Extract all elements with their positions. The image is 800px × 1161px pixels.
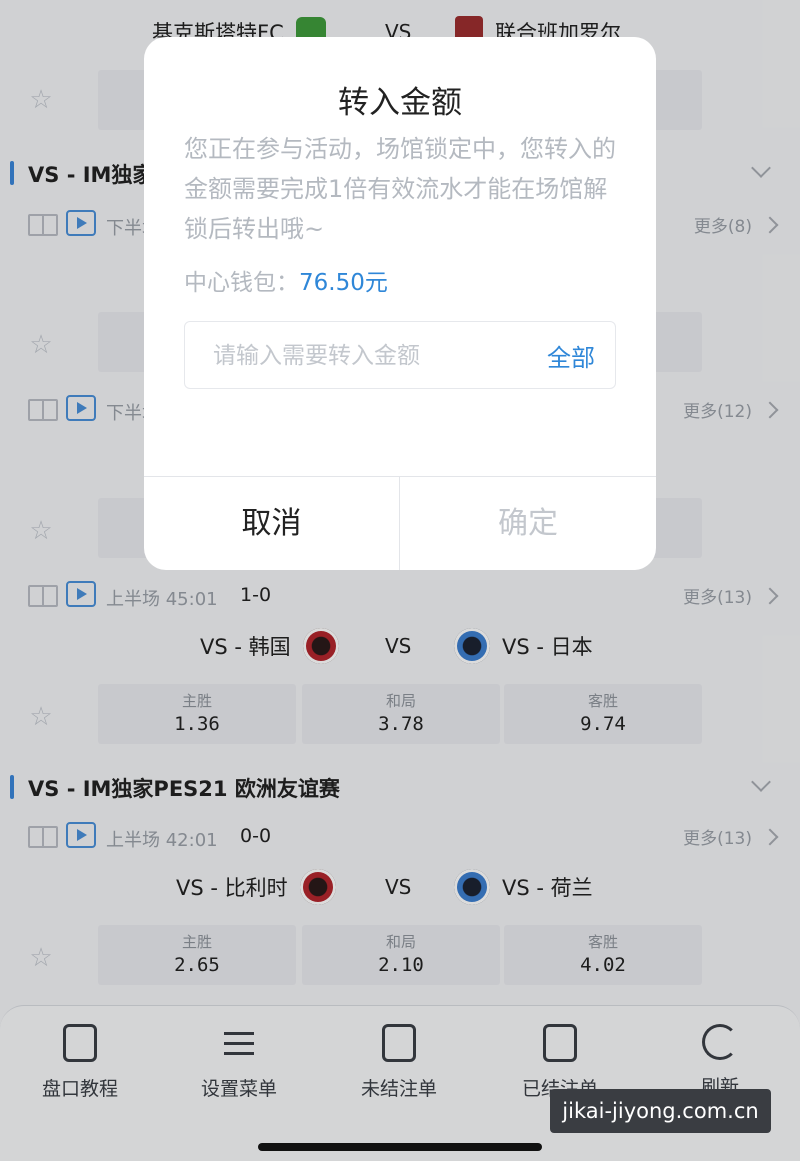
watermark: jikai-jiyong.com.cn: [550, 1089, 771, 1133]
all-amount-button[interactable]: 全部: [547, 338, 595, 373]
amount-input-box: 全部: [184, 321, 616, 389]
amount-input[interactable]: [213, 336, 513, 376]
modal-message: 您正在参与活动，场馆锁定中，您转入的金额需要完成1倍有效流水才能在场馆解锁后转出…: [184, 135, 616, 243]
wallet-balance: 中心钱包：76.50元: [184, 263, 388, 297]
wallet-amount: 76.50元: [299, 270, 388, 296]
transfer-modal: 转入金额 您正在参与活动，场馆锁定中，您转入的金额需要完成1倍有效流水才能在场馆…: [144, 37, 656, 570]
wallet-label: 中心钱包：: [184, 270, 299, 296]
cancel-button[interactable]: 取消: [144, 477, 400, 570]
modal-title: 转入金额: [338, 85, 462, 121]
modal-actions: 取消 确定: [144, 476, 656, 570]
home-indicator[interactable]: [258, 1143, 542, 1151]
confirm-button[interactable]: 确定: [400, 477, 656, 570]
